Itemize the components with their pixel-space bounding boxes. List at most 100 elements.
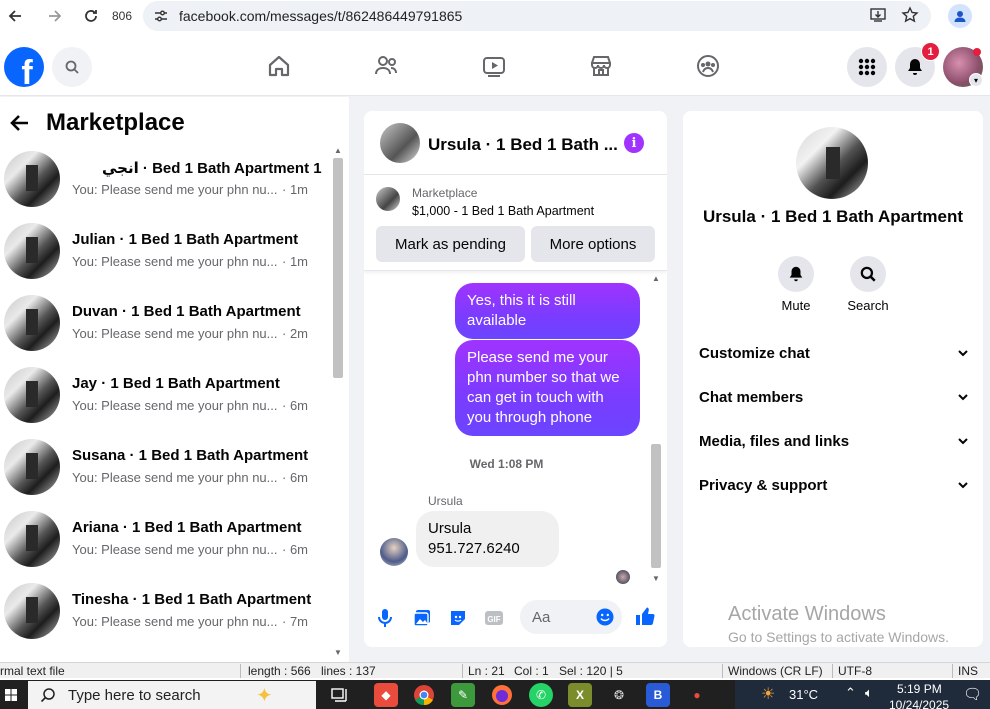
reload-icon[interactable] — [76, 1, 106, 31]
address-bar[interactable]: facebook.com/messages/t/862486449791865 — [143, 1, 931, 31]
notepad-app-icon[interactable]: ✎ — [451, 683, 475, 707]
mark-as-pending-button[interactable]: Mark as pending — [376, 226, 525, 262]
chat-header[interactable]: Ursula · 1 Bed 1 Bath ... i — [364, 111, 667, 175]
task-view-icon[interactable] — [328, 683, 352, 707]
conversation-item[interactable]: Julian · 1 Bed 1 Bath Apartment You: Plea… — [0, 223, 330, 295]
seen-receipt-avatar — [616, 570, 630, 584]
incoming-message[interactable]: Ursula 951.727.6240 — [416, 511, 559, 567]
facebook-logo-icon[interactable]: f — [4, 47, 44, 87]
site-settings-icon[interactable] — [153, 8, 169, 24]
menu-grid-icon[interactable] — [847, 47, 887, 87]
notification-center-icon[interactable]: 🗨︎ — [963, 685, 982, 703]
message-input[interactable]: Aa — [520, 600, 622, 634]
conversation-item[interactable]: Ariana · 1 Bed 1 Bath Apartment You: Plea… — [0, 511, 330, 583]
back-arrow-icon[interactable] — [0, 1, 30, 31]
chevron-up-icon[interactable]: ⌃ — [845, 685, 856, 701]
search-icon[interactable] — [52, 47, 92, 87]
message-input-placeholder: Aa — [532, 608, 551, 626]
chat-window: Ursula · 1 Bed 1 Bath ... i Marketplace … — [364, 111, 667, 647]
conversation-list: انجي · Bed 1 Bath Apartment 1 You: Please… — [0, 151, 330, 655]
recorder-app-icon[interactable]: ● — [685, 683, 709, 707]
conversation-name: Susana · 1 Bed 1 Bath Apartment — [72, 447, 309, 464]
file-type: rmal text file — [0, 664, 65, 678]
media-files-links-row[interactable]: Media, files and links — [699, 429, 969, 453]
mute-button[interactable]: Mute — [766, 256, 826, 313]
conversation-snippet: You: Please send me your phn nu... — [72, 542, 278, 557]
conversation-item[interactable]: Duvan · 1 Bed 1 Bath Apartment You: Pleas… — [0, 295, 330, 367]
browser-b-app-icon[interactable]: B — [646, 683, 670, 707]
whatsapp-app-icon[interactable]: ✆ — [529, 683, 553, 707]
emoji-icon[interactable] — [596, 608, 614, 626]
taskbar-search-box[interactable]: Type here to search ✦ — [28, 681, 316, 709]
photo-icon[interactable] — [411, 607, 433, 629]
listing-thumbnail — [4, 367, 60, 423]
chat-members-row[interactable]: Chat members — [699, 385, 969, 409]
conversation-item[interactable]: Jay · 1 Bed 1 Bath Apartment You: Please … — [0, 367, 330, 439]
info-icon[interactable]: i — [624, 133, 644, 153]
conversation-snippet: You: Please send me your phn nu... — [72, 470, 278, 485]
windows-start-icon[interactable] — [0, 680, 22, 709]
gif-icon[interactable]: GIF — [483, 607, 505, 629]
encoding-indicator: UTF-8 — [838, 664, 872, 678]
scrollbar-thumb[interactable] — [651, 444, 661, 568]
message-timestamp: Wed 1:08 PM — [469, 457, 544, 471]
conversation-snippet: You: Please send me your phn nu... — [72, 326, 278, 341]
chat-scrollbar[interactable]: ▲ ▼ — [649, 272, 663, 588]
marketplace-listing-bar: Marketplace $1,000 - 1 Bed 1 Bath Apartm… — [364, 175, 667, 271]
sender-name: Ursula — [428, 494, 463, 508]
chat-title: Ursula · 1 Bed 1 Bath ... — [428, 135, 618, 154]
scrollbar-thumb[interactable] — [333, 158, 343, 378]
conversation-item[interactable]: Tinesha · 1 Bed 1 Bath Apartment You: Ple… — [0, 583, 330, 655]
conversation-time: · 6m — [282, 398, 308, 413]
marketplace-icon[interactable] — [587, 52, 615, 80]
conversation-name: Tinesha · 1 Bed 1 Bath Apartment — [72, 591, 312, 608]
line-indicator: Ln : 21 — [468, 664, 505, 678]
activate-windows-watermark: Activate Windows Go to Settings to activ… — [728, 603, 949, 645]
browser-profile-icon[interactable] — [948, 4, 972, 28]
conversation-item[interactable]: Susana · 1 Bed 1 Bath Apartment You: Plea… — [0, 439, 330, 511]
sticker-icon[interactable] — [447, 607, 469, 629]
friends-icon[interactable] — [372, 52, 400, 80]
chrome-app-icon[interactable] — [412, 683, 436, 707]
eol-indicator: Windows (CR LF) — [728, 664, 823, 678]
customize-chat-row[interactable]: Customize chat — [699, 341, 969, 365]
bookmark-star-icon[interactable] — [901, 6, 919, 24]
temperature[interactable]: 31°C — [789, 687, 818, 702]
outgoing-message[interactable]: Please send me your phn number so that w… — [455, 340, 640, 436]
groups-icon[interactable] — [694, 52, 722, 80]
install-app-icon[interactable] — [869, 6, 887, 24]
listing-title[interactable]: $1,000 - 1 Bed 1 Bath Apartment — [412, 204, 594, 218]
sender-avatar[interactable] — [380, 538, 408, 566]
listing-thumbnail[interactable] — [376, 187, 400, 211]
home-icon[interactable] — [265, 52, 293, 80]
outgoing-message[interactable]: Yes, this it is still available — [455, 283, 640, 339]
chevron-down-icon — [958, 394, 968, 401]
listing-thumbnail — [4, 511, 60, 567]
forward-arrow-icon[interactable] — [40, 1, 70, 31]
chevron-down-icon[interactable]: ▾ — [969, 73, 983, 87]
conversation-scrollbar[interactable]: ▲ ▼ — [331, 144, 345, 662]
thumbs-up-icon[interactable] — [634, 605, 656, 627]
conversation-name: انجي · Bed 1 Bath Apartment 1 — [102, 160, 322, 177]
video-icon[interactable] — [480, 52, 508, 80]
clock-time[interactable]: 5:19 PM — [897, 682, 942, 696]
excel-app-icon[interactable]: X — [568, 683, 592, 707]
more-options-button[interactable]: More options — [531, 226, 655, 262]
browser-toolbar: 806 facebook.com/messages/t/862486449791… — [0, 0, 990, 32]
privacy-support-row[interactable]: Privacy & support — [699, 473, 969, 497]
listing-thumbnail — [4, 295, 60, 351]
anydesk-app-icon[interactable]: ◆ — [374, 683, 398, 707]
marketplace-label: Marketplace — [412, 186, 478, 200]
back-arrow-icon[interactable] — [8, 111, 32, 135]
firefox-app-icon[interactable] — [490, 683, 514, 707]
microphone-icon[interactable] — [374, 607, 396, 629]
search-in-conversation-button[interactable]: Search — [838, 256, 898, 313]
weather-icon[interactable]: ☀ — [761, 684, 775, 704]
clock-date[interactable]: 10/24/2025 — [889, 698, 949, 709]
facebook-top-nav: f ▾ — [0, 38, 990, 96]
network-app-icon[interactable]: ❂ — [607, 683, 631, 707]
listing-avatar-large[interactable] — [796, 127, 868, 199]
conversation-item[interactable]: انجي · Bed 1 Bath Apartment 1 You: Please… — [0, 151, 330, 223]
speaker-icon[interactable]: 🔈︎ — [865, 685, 873, 701]
row-label: Chat members — [699, 388, 804, 406]
